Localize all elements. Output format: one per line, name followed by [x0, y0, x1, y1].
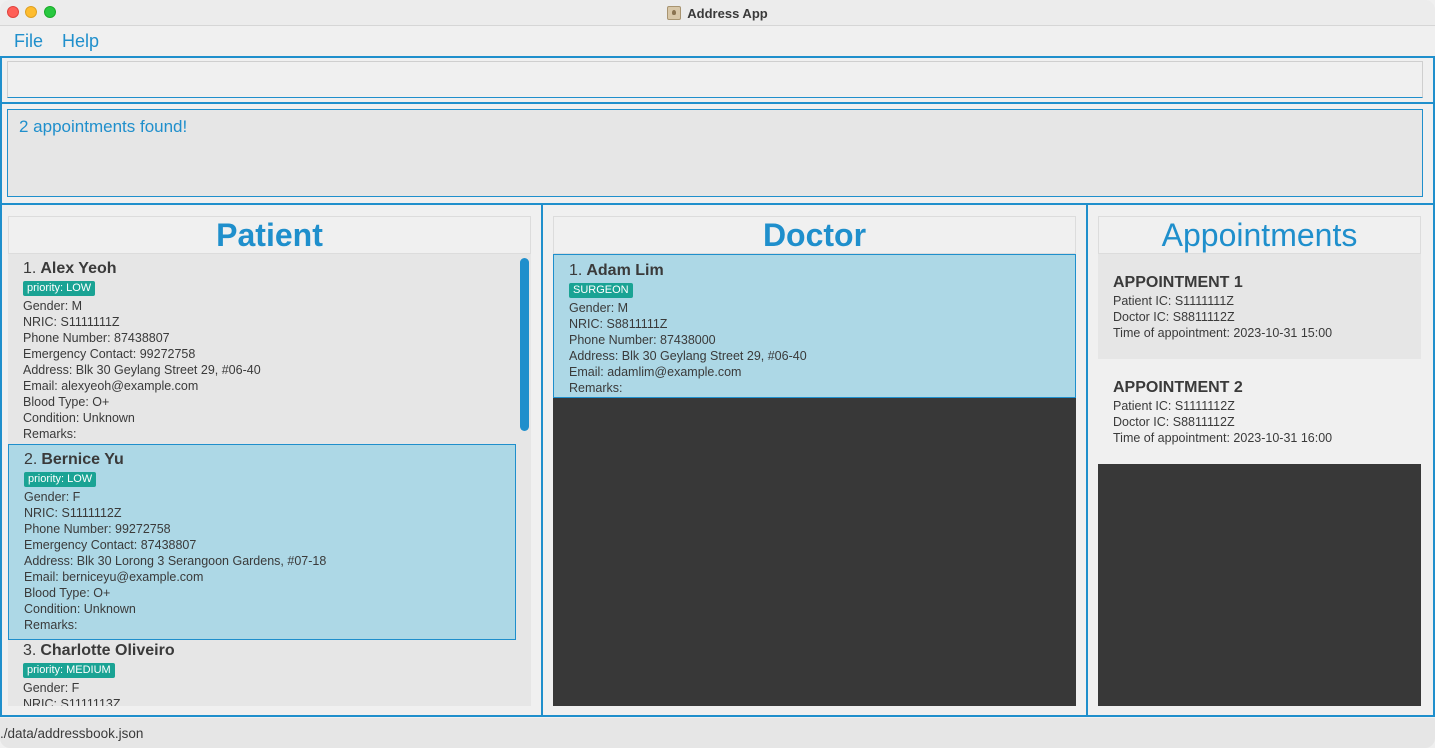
doctor-email: Email: adamlim@example.com [569, 365, 742, 379]
result-display: 2 appointments found! [7, 109, 1423, 197]
doctor-panel-title: Doctor [553, 216, 1076, 254]
patient-card[interactable]: 2. Bernice Yu priority: LOW Gender: F NRI… [8, 444, 516, 640]
doctor-gender: Gender: M [569, 301, 629, 315]
patient-remarks: Remarks: [23, 427, 77, 441]
priority-tag: priority: MEDIUM [23, 663, 115, 678]
appointment-card[interactable]: APPOINTMENT 2 Patient IC: S1111112Z Doct… [1098, 359, 1421, 464]
patient-index: 1. [23, 260, 37, 277]
divider [541, 203, 543, 717]
window-title: Address App [687, 5, 768, 21]
specialty-tag: SURGEON [569, 283, 633, 298]
patient-card[interactable]: 1. Alex Yeoh priority: LOW Gender: M NRIC… [8, 254, 516, 448]
status-bar: ./data/addressbook.json [0, 718, 1435, 748]
doctor-card[interactable]: 1. Adam Lim SURGEON Gender: M NRIC: S8811… [553, 254, 1076, 398]
doctor-remarks: Remarks: [569, 381, 623, 395]
patient-email: Email: alexyeoh@example.com [23, 379, 199, 393]
patient-name: Charlotte Oliveiro [40, 642, 175, 659]
patient-gender: Gender: M [23, 299, 83, 313]
patient-phone: Phone Number: 87438807 [23, 331, 170, 345]
result-message: 2 appointments found! [19, 117, 188, 136]
patient-nric: NRIC: S1111112Z [24, 506, 122, 520]
patient-list-scrollbar[interactable] [520, 258, 529, 431]
divider [0, 56, 1435, 58]
patient-email: Email: berniceyu@example.com [24, 570, 204, 584]
appointment-title: APPOINTMENT 2 [1113, 379, 1243, 396]
priority-tag: priority: LOW [23, 281, 96, 296]
patient-list[interactable]: 1. Alex Yeoh priority: LOW Gender: M NRIC… [8, 254, 531, 706]
title-bar: Address App [0, 0, 1435, 26]
patient-gender: Gender: F [23, 681, 80, 695]
patient-remarks: Remarks: [24, 618, 78, 632]
address-book-icon [667, 6, 682, 20]
appointment-patient-ic: Patient IC: S1111112Z [1113, 399, 1235, 413]
doctor-address: Address: Blk 30 Geylang Street 29, #06-4… [569, 349, 807, 363]
patient-gender: Gender: F [24, 490, 81, 504]
appointment-patient-ic: Patient IC: S1111111Z [1113, 294, 1234, 308]
appointment-time: Time of appointment: 2023-10-31 16:00 [1113, 431, 1333, 445]
patient-nric: NRIC: S1111111Z [23, 315, 120, 329]
doctor-index: 1. [569, 262, 583, 279]
patient-name: Bernice Yu [41, 451, 124, 468]
menu-bar: File Help [0, 27, 1435, 56]
appointment-time: Time of appointment: 2023-10-31 15:00 [1113, 326, 1333, 340]
doctor-name: Adam Lim [586, 262, 664, 279]
command-input[interactable] [7, 61, 1423, 98]
appointments-panel-title: Appointments [1098, 216, 1421, 254]
patient-address: Address: Blk 30 Lorong 3 Serangoon Garde… [24, 554, 327, 568]
appointment-doctor-ic: Doctor IC: S8811112Z [1113, 310, 1235, 324]
patient-nric: NRIC: S1111113Z [23, 697, 121, 706]
divider [0, 56, 2, 717]
patient-index: 3. [23, 642, 37, 659]
patient-card[interactable]: 3. Charlotte Oliveiro priority: MEDIUM Ge… [8, 636, 516, 706]
patient-blood-type: Blood Type: O+ [23, 395, 110, 409]
appointment-title: APPOINTMENT 1 [1113, 274, 1243, 291]
patient-panel-title: Patient [8, 216, 531, 254]
doctor-nric: NRIC: S8811111Z [569, 317, 668, 331]
appointment-doctor-ic: Doctor IC: S8811112Z [1113, 415, 1235, 429]
divider [0, 715, 1435, 717]
doctor-phone: Phone Number: 87438000 [569, 333, 716, 347]
data-file-path: ./data/addressbook.json [0, 725, 144, 741]
patient-address: Address: Blk 30 Geylang Street 29, #06-4… [23, 363, 261, 377]
appointment-list[interactable]: APPOINTMENT 1 Patient IC: S1111111Z Doct… [1098, 254, 1421, 706]
patient-phone: Phone Number: 99272758 [24, 522, 171, 536]
patient-blood-type: Blood Type: O+ [24, 586, 111, 600]
appointment-card[interactable]: APPOINTMENT 1 Patient IC: S1111111Z Doct… [1098, 254, 1421, 359]
patient-index: 2. [24, 451, 38, 468]
patient-name: Alex Yeoh [40, 260, 117, 277]
patient-condition: Condition: Unknown [24, 602, 136, 616]
menu-file[interactable]: File [14, 31, 43, 52]
menu-help[interactable]: Help [62, 31, 99, 52]
divider [0, 203, 1435, 205]
priority-tag: priority: LOW [24, 472, 97, 487]
patient-emergency-contact: Emergency Contact: 87438807 [24, 538, 197, 552]
doctor-list[interactable]: 1. Adam Lim SURGEON Gender: M NRIC: S8811… [553, 254, 1076, 706]
divider [0, 102, 1435, 104]
app-window: Address App File Help 2 appointments fou… [0, 0, 1435, 748]
patient-emergency-contact: Emergency Contact: 99272758 [23, 347, 196, 361]
title-group: Address App [0, 0, 1435, 26]
patient-condition: Condition: Unknown [23, 411, 135, 425]
divider [1086, 203, 1088, 717]
